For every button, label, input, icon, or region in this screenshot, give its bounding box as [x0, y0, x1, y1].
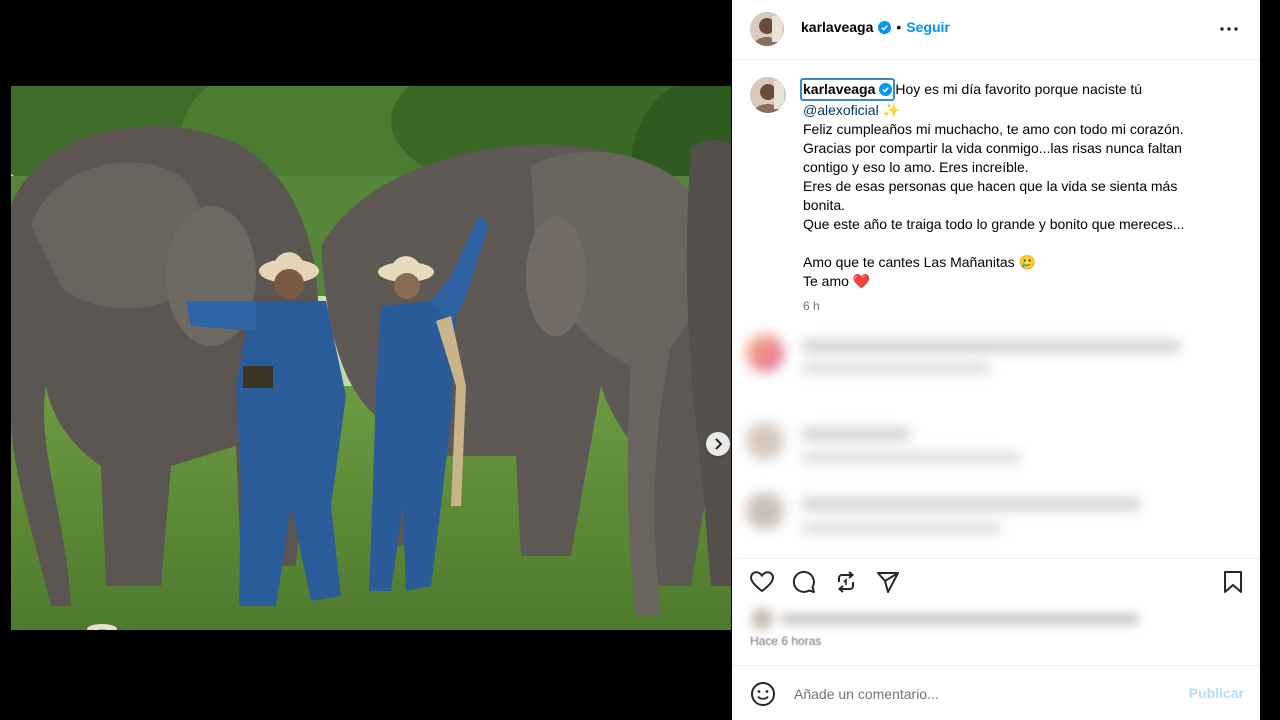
avatar[interactable] — [750, 12, 784, 46]
likes-summary — [748, 606, 1148, 632]
caption-line-7: bonita. — [803, 197, 846, 213]
comment-icon — [792, 570, 815, 593]
post-time-ago[interactable]: Hace 6 horas — [750, 634, 821, 648]
verified-badge-icon — [879, 83, 893, 96]
post-header: karlaveaga • Seguir — [732, 0, 1260, 60]
mention-link[interactable]: @alexoficial — [803, 102, 879, 118]
more-options-button[interactable] — [1218, 18, 1240, 40]
caption-line-5: contigo y eso lo amo. Eres increíble. — [803, 159, 1029, 175]
post-actions-bar — [732, 558, 1260, 603]
publish-button[interactable]: Publicar — [1189, 685, 1244, 701]
heart-emoji: ❤️ — [852, 273, 871, 289]
sparkle-emoji: ✨ — [882, 102, 901, 118]
right-backdrop — [1260, 0, 1280, 720]
more-options-icon — [1220, 27, 1238, 31]
caption-line-6: Eres de esas personas que hacen que la v… — [803, 178, 1178, 194]
caption-line-8: Que este año te traiga todo lo grande y … — [803, 216, 1185, 232]
elephants-photo — [11, 86, 731, 630]
caption-line-4: Gracias por compartir la vida conmigo...… — [803, 140, 1182, 156]
caption-line-10: Te amo — [803, 273, 849, 289]
heart-icon — [750, 571, 774, 593]
post-author-username[interactable]: karlaveaga — [801, 19, 873, 35]
caption-timestamp[interactable]: 6 h — [803, 297, 1233, 316]
caption-username-box[interactable]: karlaveaga — [800, 78, 896, 101]
post-media[interactable] — [11, 86, 731, 630]
comment-input[interactable] — [792, 680, 1176, 708]
comment-row — [746, 332, 1246, 376]
post-caption: karlaveaga Hoy es mi día favorito porque… — [800, 78, 1233, 316]
laugh-emoji: 🥲 — [1018, 254, 1037, 270]
add-comment-bar: Publicar — [732, 665, 1260, 720]
caption-line-1: Hoy es mi día favorito porque naciste tú — [895, 81, 1143, 97]
save-button[interactable] — [1220, 569, 1246, 595]
chevron-right-icon — [715, 438, 723, 450]
share-button[interactable] — [875, 569, 901, 595]
bookmark-icon — [1224, 571, 1242, 593]
separator: • — [896, 19, 902, 35]
emoji-button[interactable] — [750, 681, 776, 707]
next-slide-button[interactable] — [706, 432, 730, 456]
post-details-panel: karlaveaga • Seguir karlaveaga Hoy es mi… — [732, 0, 1260, 720]
comment-row — [746, 490, 1246, 534]
caption-username[interactable]: karlaveaga — [803, 80, 875, 99]
emoji-icon — [751, 682, 775, 706]
repost-icon — [837, 571, 855, 593]
caption-line-9: Amo que te cantes Las Mañanitas — [803, 254, 1015, 270]
repost-button[interactable] — [833, 569, 859, 595]
like-button[interactable] — [749, 569, 775, 595]
comment-row — [746, 420, 1246, 464]
verified-badge-icon — [878, 20, 892, 34]
follow-button[interactable]: Seguir — [906, 19, 950, 35]
send-icon — [877, 572, 899, 593]
comment-button[interactable] — [791, 569, 817, 595]
caption-avatar[interactable] — [750, 77, 786, 113]
tagged-user-avatar[interactable] — [84, 621, 120, 630]
caption-line-3: Feliz cumpleaños mi muchacho, te amo con… — [803, 121, 1184, 137]
